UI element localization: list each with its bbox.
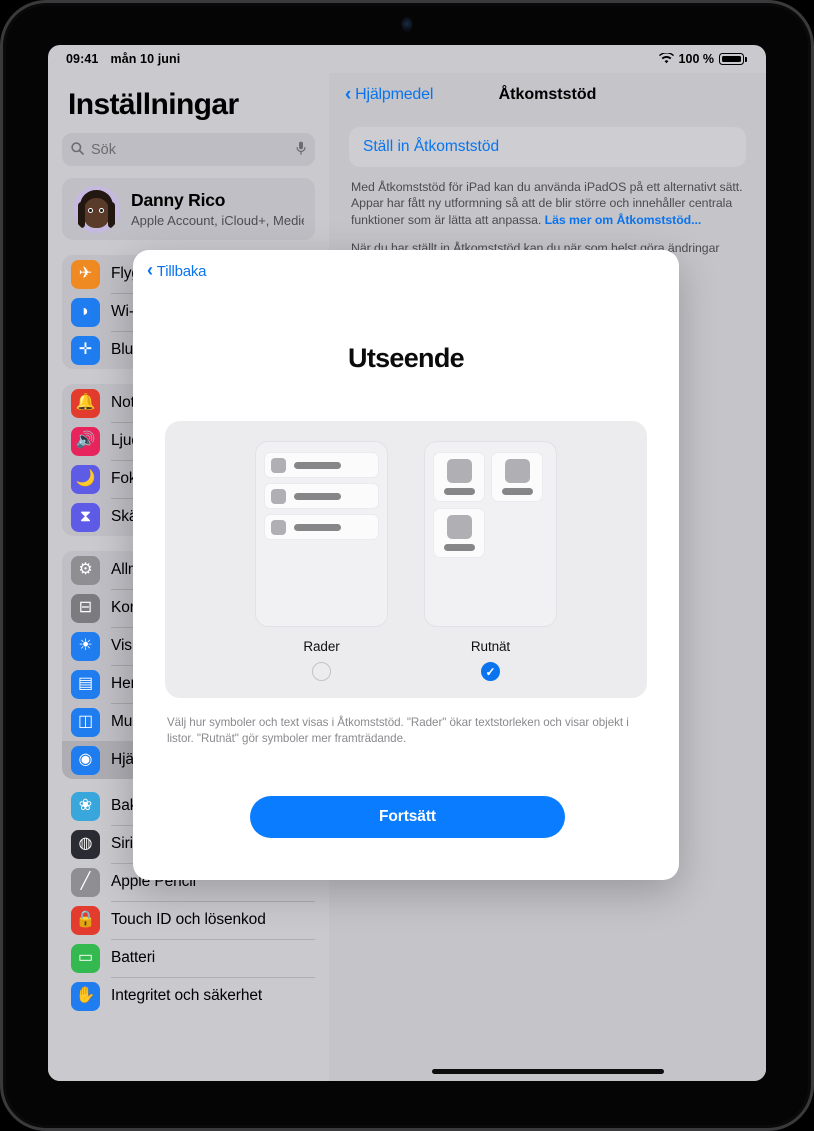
home-indicator[interactable]: [431, 1069, 664, 1074]
option-rader-radio[interactable]: [312, 662, 331, 681]
continue-button[interactable]: Fortsätt: [250, 796, 565, 838]
wifi-icon: [658, 51, 674, 66]
front-camera-icon: [401, 17, 413, 32]
appearance-options-panel: Rader Rutnät ✓: [165, 421, 647, 698]
home-screen-icon: ▤: [71, 669, 100, 699]
account-row[interactable]: Danny Rico Apple Account, iCloud+, Medie…: [62, 178, 315, 240]
avatar: [73, 185, 120, 233]
sidebar-item-label: Batteri: [111, 949, 156, 966]
sidebar-item-label: Touch ID och lösenkod: [111, 911, 266, 928]
wallpaper-icon: ❀: [71, 791, 100, 821]
preview-row: [264, 452, 379, 478]
modal-title: Utseende: [348, 343, 465, 373]
preview-tile: [491, 452, 543, 502]
detail-paragraph-1: Med Åtkomststöd för iPad kan du använda …: [351, 179, 744, 228]
chevron-left-icon: ‹: [345, 83, 352, 105]
apple-pencil-icon: ╱: [71, 867, 100, 897]
siri-icon: ◍: [71, 829, 100, 859]
status-bar-right: 100 %: [658, 51, 747, 66]
modal-navigation-bar: ‹ Tillbaka: [133, 250, 679, 292]
battery-percent-label: 100 %: [678, 52, 714, 66]
sidebar-item-batteri[interactable]: ▭ Batteri: [62, 939, 315, 977]
option-rutnat-label: Rutnät: [470, 639, 511, 654]
preview-tile: [433, 452, 485, 502]
bell-icon: 🔔: [71, 388, 100, 418]
airplane-icon: ✈: [71, 259, 100, 289]
rows-preview: [255, 441, 388, 627]
moon-icon: 🌙: [71, 464, 100, 494]
grid-preview: [424, 441, 557, 627]
status-time: 09:41: [66, 52, 99, 66]
option-rader[interactable]: Rader: [255, 441, 388, 681]
preview-row: [264, 514, 379, 540]
detail-navigation-bar: ‹ Hjälpmedel Åtkomststöd: [329, 73, 766, 117]
option-rutnat-radio[interactable]: ✓: [481, 662, 500, 681]
speaker-icon: 🔊: [71, 426, 100, 456]
battery-icon: ▭: [71, 943, 100, 973]
modal-back-button[interactable]: ‹ Tillbaka: [147, 260, 207, 280]
status-bar-left: 09:41 mån 10 juni: [66, 52, 180, 66]
modal-description: Välj hur symboler och text visas i Åtkom…: [167, 716, 629, 746]
status-date: mån 10 juni: [110, 52, 181, 66]
battery-icon: [719, 53, 747, 65]
search-placeholder: Sök: [91, 141, 116, 158]
bluetooth-icon: ✛: [71, 335, 100, 365]
status-bar: 09:41 mån 10 juni 100 %: [48, 45, 766, 73]
account-subtitle: Apple Account, iCloud+, Medie...: [131, 213, 304, 228]
utseende-modal: ‹ Tillbaka Utseende Rader Rutnät ✓ Välj …: [133, 250, 679, 880]
preview-tile: [433, 508, 485, 558]
chevron-left-icon: ‹: [147, 260, 153, 280]
search-input[interactable]: Sök: [62, 133, 315, 166]
checkmark-icon: ✓: [485, 664, 496, 679]
option-rader-label: Rader: [303, 639, 340, 654]
page-title: Inställningar: [68, 88, 239, 121]
sidebar-item-integritet-och-säkerhet[interactable]: ✋ Integritet och säkerhet: [62, 977, 315, 1015]
setup-atkomststod-label: Ställ in Åtkomststöd: [363, 138, 500, 155]
lock-icon: 🔒: [71, 905, 100, 935]
modal-back-label: Tillbaka: [156, 262, 207, 280]
sidebar-item-touch-id-och-lösenkod[interactable]: 🔒 Touch ID och lösenkod: [62, 901, 315, 939]
multitasking-icon: ◫: [71, 707, 100, 737]
brightness-icon: ☀: [71, 631, 100, 661]
back-button-label: Hjälpmedel: [355, 86, 434, 103]
wifi-icon: ◗: [71, 297, 100, 327]
preview-row: [264, 483, 379, 509]
accessibility-icon: ◉: [71, 745, 100, 775]
microphone-icon[interactable]: [296, 141, 306, 158]
back-button-hjalpmedel[interactable]: ‹ Hjälpmedel: [345, 83, 434, 105]
search-icon: [71, 141, 84, 158]
sidebar-item-label: Integritet och säkerhet: [111, 987, 263, 1004]
learn-more-link[interactable]: Läs mer om Åtkomststöd...: [545, 213, 702, 227]
ipad-screen: 09:41 mån 10 juni 100 % Inställningar Sö…: [48, 45, 766, 1081]
setup-atkomststod-button[interactable]: Ställ in Åtkomststöd: [349, 127, 746, 167]
account-name: Danny Rico: [131, 190, 226, 210]
gear-icon: ⚙: [71, 555, 100, 585]
ipad-device-frame: 09:41 mån 10 juni 100 % Inställningar Sö…: [0, 0, 814, 1131]
option-rutnat[interactable]: Rutnät ✓: [424, 441, 557, 681]
toggles-icon: ⊟: [71, 593, 100, 623]
privacy-hand-icon: ✋: [71, 981, 100, 1011]
hourglass-icon: ⧗: [71, 502, 100, 532]
